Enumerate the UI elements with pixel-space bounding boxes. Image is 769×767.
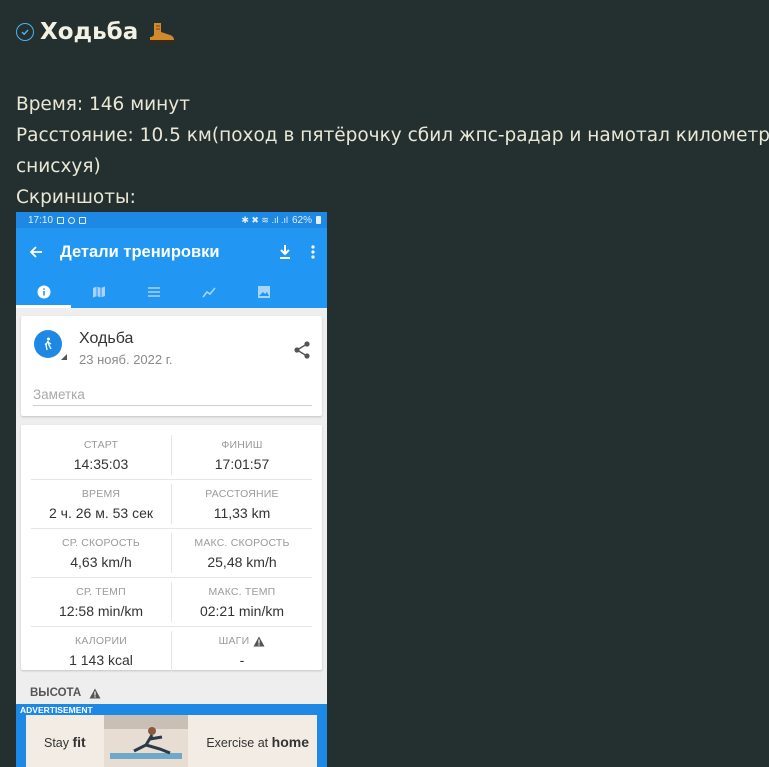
activity-type-button[interactable] [34, 330, 62, 358]
tab-chart[interactable] [181, 276, 236, 308]
stat-value: 12:58 min/km [58, 603, 144, 619]
stat-value: 25,48 km/h [207, 554, 277, 570]
screenshot-image[interactable]: 17:10 ✱ ✖ ≋ .ıl .ıl 62% Детали тренировк… [16, 212, 327, 767]
stat-value: - [239, 652, 245, 668]
stat-row: СТАРТ 14:35:03 ФИНИШ 17:01:57 [31, 431, 312, 480]
download-icon[interactable] [277, 244, 293, 260]
note-field[interactable]: Заметка [33, 384, 312, 406]
stat-label: РАССТОЯНИЕ [205, 488, 279, 500]
altitude-label: ВЫСОТА [30, 687, 82, 699]
stat-row: СР. СКОРОСТЬ 4,63 km/h МАКС. СКОРОСТЬ 25… [31, 529, 312, 578]
stat-value: 2 ч. 26 м. 53 сек [49, 505, 153, 521]
list-icon [147, 287, 160, 297]
ad-content[interactable]: Stay fit Exercise at home [26, 715, 317, 767]
warning-icon[interactable] [253, 636, 265, 647]
stat-row: СР. ТЕМП 12:58 min/km МАКС. ТЕМП 02:21 m… [31, 578, 312, 627]
ad-right-prefix: Exercise at [206, 736, 269, 750]
image-icon [257, 286, 270, 298]
map-icon [92, 286, 105, 298]
stat-distance: РАССТОЯНИЕ 11,33 km [172, 480, 312, 528]
app-notification-icon [79, 216, 87, 224]
stat-avg-speed: СР. СКОРОСТЬ 4,63 km/h [31, 533, 172, 573]
stats-card: СТАРТ 14:35:03 ФИНИШ 17:01:57 ВРЕМЯ 2 ч.… [21, 425, 322, 672]
tab-info[interactable] [16, 276, 71, 308]
stat-label: ФИНИШ [221, 439, 263, 451]
ad-banner[interactable]: ADVERTISEMENT Stay fit Exercise at home [16, 704, 327, 767]
post-body: Время: 146 минут Расстояние: 10.5 км(пох… [16, 89, 769, 213]
stat-value: 4,63 km/h [70, 554, 132, 570]
tab-bar [16, 276, 327, 308]
tab-list[interactable] [126, 276, 181, 308]
stat-avg-pace: СР. ТЕМП 12:58 min/km [31, 582, 172, 622]
stat-value: 14:35:03 [73, 456, 129, 472]
stat-value: 1 143 kcal [69, 652, 133, 668]
post-line-time: Время: 146 минут [16, 94, 191, 115]
info-icon [37, 285, 50, 299]
gallery-notification-icon [57, 216, 65, 224]
stat-label: ШАГИ [218, 635, 250, 647]
check-circle-icon [16, 23, 34, 41]
stat-label: МАКС. ТЕМП [208, 586, 276, 598]
stat-row: КАЛОРИИ 1 143 kcal ШАГИ - [31, 627, 312, 676]
stat-max-pace: МАКС. ТЕМП 02:21 min/km [172, 578, 312, 626]
stat-max-speed: МАКС. СКОРОСТЬ 25,48 km/h [172, 529, 312, 577]
stat-value: 11,33 km [213, 505, 271, 521]
post-line-distance: Расстояние: 10.5 км(поход в пятёрочку сб… [16, 125, 769, 146]
activity-dropdown-caret [61, 354, 67, 360]
stat-label: МАКС. СКОРОСТЬ [194, 537, 290, 549]
post-line-screenshots: Скриншоты: [16, 187, 136, 208]
app-bar-title: Детали тренировки [60, 242, 220, 261]
hiking-boot-icon [148, 21, 176, 43]
stat-row: ВРЕМЯ 2 ч. 26 м. 53 сек РАССТОЯНИЕ 11,33… [31, 480, 312, 529]
signal-icon: ✱ ✖ ≋ .ıl .ıl [241, 214, 288, 225]
battery-level: 62% [291, 214, 312, 226]
warning-icon[interactable] [89, 688, 101, 699]
post-title-row: Ходьба [16, 14, 761, 50]
tab-map[interactable] [71, 276, 126, 308]
activity-name: Ходьба [79, 330, 134, 347]
battery-icon [316, 216, 321, 224]
sync-notification-icon [68, 216, 76, 224]
stat-steps: ШАГИ - [172, 627, 312, 676]
status-bar: 17:10 ✱ ✖ ≋ .ıl .ıl 62% [16, 212, 327, 228]
tab-indicator [16, 305, 71, 308]
ad-container: Stay fit Exercise at home [16, 715, 327, 767]
stat-start: СТАРТ 14:35:03 [31, 435, 172, 475]
walking-icon [44, 337, 52, 351]
stat-label-row: ШАГИ [172, 635, 312, 647]
tab-image[interactable] [236, 276, 291, 308]
ad-left-prefix: Stay [44, 736, 70, 750]
ad-left-bold: fit [72, 734, 86, 750]
stat-label: СР. ТЕМП [76, 586, 126, 598]
share-icon[interactable] [292, 340, 312, 360]
ad-label: ADVERTISEMENT [16, 704, 327, 715]
stat-value: 02:21 min/km [199, 603, 285, 619]
post: Ходьба Время: 146 минут Расстояние: 10.5… [16, 14, 769, 213]
stat-label: ВРЕМЯ [81, 488, 121, 500]
ad-fitness-image [104, 715, 188, 767]
stat-finish: ФИНИШ 17:01:57 [172, 431, 312, 479]
stat-time: ВРЕМЯ 2 ч. 26 м. 53 сек [31, 484, 172, 524]
more-vert-icon[interactable] [309, 244, 317, 260]
stat-label: СТАРТ [83, 439, 119, 451]
chart-icon [201, 287, 216, 298]
activity-date: 23 нояб. 2022 г. [79, 352, 173, 367]
stat-label: КАЛОРИИ [75, 635, 127, 647]
ad-right-bold: home [271, 734, 309, 750]
status-time: 17:10 [28, 214, 54, 226]
post-line-distance-cont: снисхуя) [16, 156, 101, 177]
post-title: Ходьба [40, 19, 139, 45]
stat-value: 17:01:57 [214, 456, 270, 472]
app-bar: Детали тренировки [16, 228, 327, 276]
stat-label: СР. СКОРОСТЬ [61, 537, 141, 549]
back-arrow-icon[interactable] [28, 244, 44, 260]
ad-right-text: Exercise at home [206, 734, 309, 750]
stat-calories: КАЛОРИИ 1 143 kcal [31, 631, 172, 672]
activity-card: Ходьба 23 нояб. 2022 г. Заметка [21, 316, 322, 416]
ad-left-text: Stay fit [44, 734, 86, 750]
